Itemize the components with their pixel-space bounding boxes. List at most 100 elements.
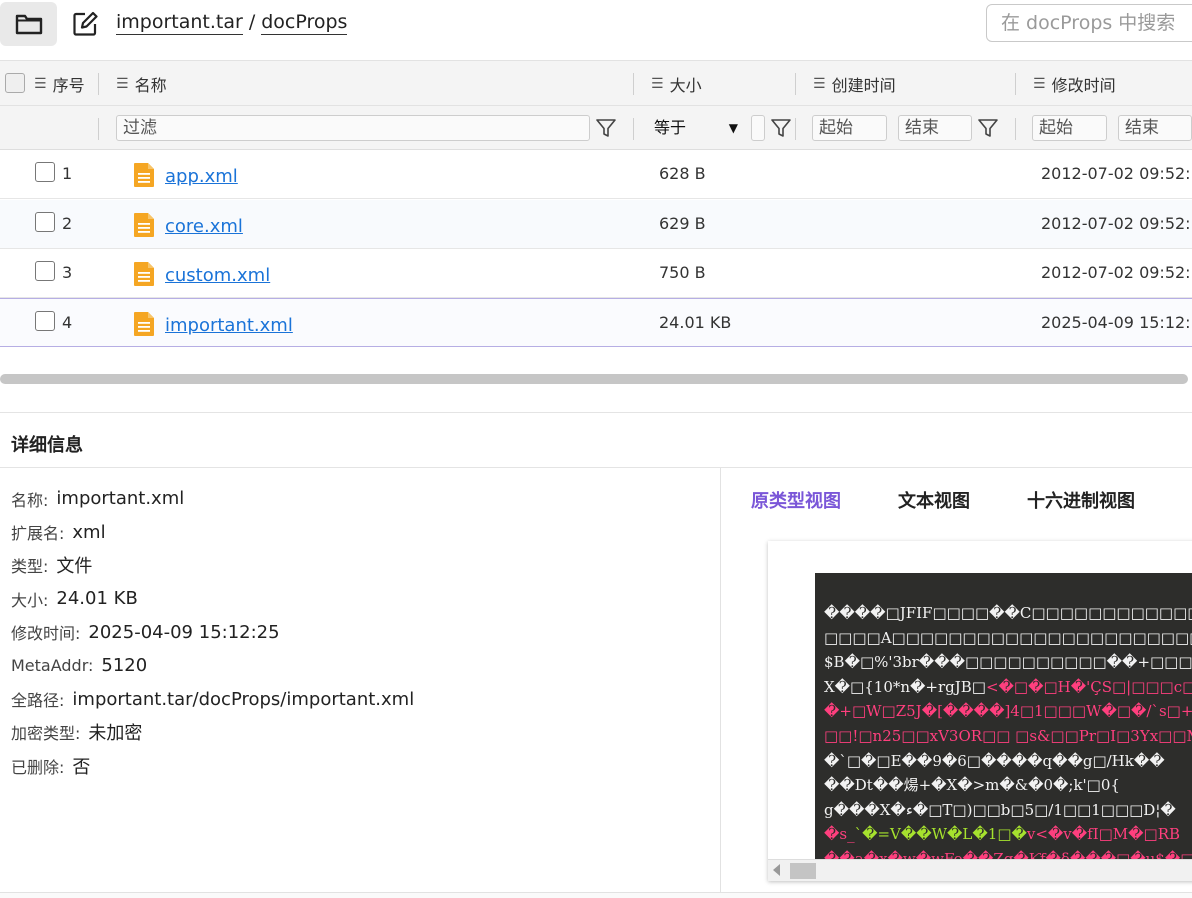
preview-text: □□□□A□□□□□□□□□□□□□□□□□□□□□□□ □ xyxy=(824,628,1192,647)
filter-icon[interactable] xyxy=(977,117,999,139)
info-label: 类型: xyxy=(11,557,49,577)
details-title: 详细信息 xyxy=(11,435,83,456)
breadcrumb-item-folder[interactable]: docProps xyxy=(261,10,348,35)
size-operator-select[interactable]: 等于 ▼ xyxy=(654,115,746,141)
filter-icon[interactable] xyxy=(595,117,617,139)
info-value: 未加密 xyxy=(88,723,143,745)
preview-text: v<�v�fI□M�□RB xyxy=(1026,825,1181,844)
size-filter-input[interactable] xyxy=(751,115,765,141)
size-operator-value: 等于 xyxy=(654,118,687,137)
file-icon xyxy=(134,312,154,336)
preview-text: □□!□n25□□xV3OR□□ □s&□□Pr□I□3Yx□□M% xyxy=(824,726,1192,745)
details-header: 详细信息 xyxy=(0,412,1192,468)
column-header-size[interactable]: ☰ 大小 xyxy=(651,61,702,107)
file-name-link[interactable]: core.xml xyxy=(165,216,243,237)
file-modified-time: 2012-07-02 09:52: xyxy=(1041,164,1191,183)
preview-text: ��a�x�w�wFo��Zg�Ƙf�δ���□�u$�□ xyxy=(824,849,1192,859)
preview-line: X�□{10*n�+rgJB□<�□�□H�'ÇS□|□□□c□ xyxy=(824,675,1192,700)
preview-line: ��Dt��煬+�X�>m�&�0�;k'□0{ xyxy=(824,773,1192,798)
file-size: 750 B xyxy=(659,263,706,282)
file-name-link[interactable]: app.xml xyxy=(165,166,238,187)
created-start-input[interactable]: 起始 xyxy=(812,115,887,141)
file-size: 628 B xyxy=(659,164,706,183)
table-row[interactable]: 3 custom.xml 750 B 2012-07-02 09:52: xyxy=(0,249,1192,298)
table-row[interactable]: 2 core.xml 629 B 2012-07-02 09:52: xyxy=(0,200,1192,249)
column-header-created[interactable]: ☰ 创建时间 xyxy=(813,61,896,107)
file-name-link[interactable]: custom.xml xyxy=(165,265,270,286)
preview-text: g���X�ء�□T□)□□b□5□/1□□1□□□D¦� xyxy=(824,800,1176,819)
info-value: 否 xyxy=(72,756,91,778)
filter-row: 过滤 等于 ▼ 起始 结束 起始 结束 xyxy=(0,106,1192,150)
file-size: 629 B xyxy=(659,214,706,233)
scrollbar-thumb[interactable] xyxy=(790,863,816,879)
info-label: 大小: xyxy=(11,590,49,610)
column-divider[interactable] xyxy=(633,73,634,95)
column-header-name[interactable]: ☰ 名称 xyxy=(116,61,167,107)
column-divider xyxy=(633,118,634,140)
info-label: 已删除: xyxy=(11,757,65,777)
column-divider[interactable] xyxy=(98,73,99,95)
search-input[interactable] xyxy=(986,4,1192,42)
preview-line: □□!□n25□□xV3OR□□ □s&□□Pr□I□3Yx□□M% xyxy=(824,724,1192,749)
column-divider[interactable] xyxy=(795,73,796,95)
preview-line: �s_`�=V��W�L�1□�v<�v�fI□M�□RB xyxy=(824,822,1192,847)
row-checkbox[interactable] xyxy=(35,212,55,232)
preview-line: ����□JFIF□□□□��C□□□□□□□□□□□□□□□□ xyxy=(824,601,1192,626)
preview-line: ��a�x�w�wFo��Zg�Ƙf�δ���□�u$�□ xyxy=(824,847,1192,859)
modified-start-input[interactable]: 起始 xyxy=(1032,115,1107,141)
file-modified-time: 2012-07-02 09:52: xyxy=(1041,263,1191,282)
column-menu-icon: ☰ xyxy=(1033,76,1046,92)
table-header: ☰ 序号 ☰ 名称 ☰ 大小 ☰ 创建时间 ☰ 修改时间 xyxy=(0,60,1192,106)
name-filter-input[interactable]: 过滤 xyxy=(116,115,590,141)
filter-icon[interactable] xyxy=(770,117,792,139)
info-row-fullpath: 全路径: important.tar/docProps/important.xml xyxy=(11,682,711,715)
info-label: 扩展名: xyxy=(11,524,65,544)
info-label: MetaAddr: xyxy=(11,656,94,676)
column-divider[interactable] xyxy=(1015,73,1016,95)
tab-original-view[interactable]: 原类型视图 xyxy=(751,487,841,513)
scroll-left-icon[interactable] xyxy=(773,864,780,876)
preview-line: �`□�□E��9�6□����q��g□/Hk�� xyxy=(824,749,1192,774)
scrollbar-thumb[interactable] xyxy=(0,374,1188,384)
preview-text: �s_ xyxy=(824,825,855,844)
preview-text: ��Dt��煬+�X�>m�&�0�;k'□0{ xyxy=(824,776,1120,795)
preview-text: `�=V��W�L�1□� xyxy=(854,825,1027,844)
column-label: 修改时间 xyxy=(1051,76,1116,95)
tab-hex-view[interactable]: 十六进制视图 xyxy=(1027,487,1135,513)
toolbar: important.tar / docProps xyxy=(0,0,1192,48)
preview-horizontal-scrollbar[interactable] xyxy=(768,859,1192,881)
table-row-selected[interactable]: 4 important.xml 24.01 KB 2025-04-09 15:1… xyxy=(0,298,1192,347)
row-index: 1 xyxy=(62,164,73,183)
preview-line: �+□W□Z5J�[����]4□1□□□W�□�/`s□+ xyxy=(824,699,1192,724)
file-icon xyxy=(134,163,154,187)
file-icon xyxy=(134,262,154,286)
file-size: 24.01 KB xyxy=(659,313,732,332)
folder-icon xyxy=(15,14,42,35)
breadcrumb-item-archive[interactable]: important.tar xyxy=(116,10,243,35)
row-checkbox[interactable] xyxy=(35,311,55,331)
tab-text-view[interactable]: 文本视图 xyxy=(898,487,970,513)
column-header-modified[interactable]: ☰ 修改时间 xyxy=(1033,61,1116,107)
info-row-encryption: 加密类型: 未加密 xyxy=(11,716,711,749)
created-end-input[interactable]: 结束 xyxy=(898,115,972,141)
preview-text: �+□W□Z5J�[����]4□1□□□W�□�/`s□+ xyxy=(824,702,1192,721)
file-name-link[interactable]: important.xml xyxy=(165,315,293,336)
info-value: 2025-04-09 15:12:25 xyxy=(88,621,280,643)
info-value: 文件 xyxy=(56,556,93,578)
row-checkbox[interactable] xyxy=(35,162,55,182)
folder-button[interactable] xyxy=(0,2,57,46)
column-header-index[interactable]: ☰ 序号 xyxy=(34,61,85,107)
select-all-checkbox[interactable] xyxy=(5,73,25,93)
details-divider xyxy=(720,468,721,892)
table-horizontal-scrollbar[interactable] xyxy=(0,368,1192,392)
column-menu-icon: ☰ xyxy=(116,76,129,92)
preview-text: �`□�□E��9�6□����q��g□/Hk�� xyxy=(824,751,1165,770)
table-row[interactable]: 1 app.xml 628 B 2012-07-02 09:52: xyxy=(0,150,1192,199)
row-checkbox[interactable] xyxy=(35,261,55,281)
info-label: 名称: xyxy=(11,490,49,510)
edit-button[interactable] xyxy=(64,2,106,46)
info-label: 修改时间: xyxy=(11,624,81,644)
dropdown-caret-icon: ▼ xyxy=(728,121,738,135)
modified-end-input[interactable]: 结束 xyxy=(1118,115,1192,141)
info-row-type: 类型: 文件 xyxy=(11,549,711,582)
